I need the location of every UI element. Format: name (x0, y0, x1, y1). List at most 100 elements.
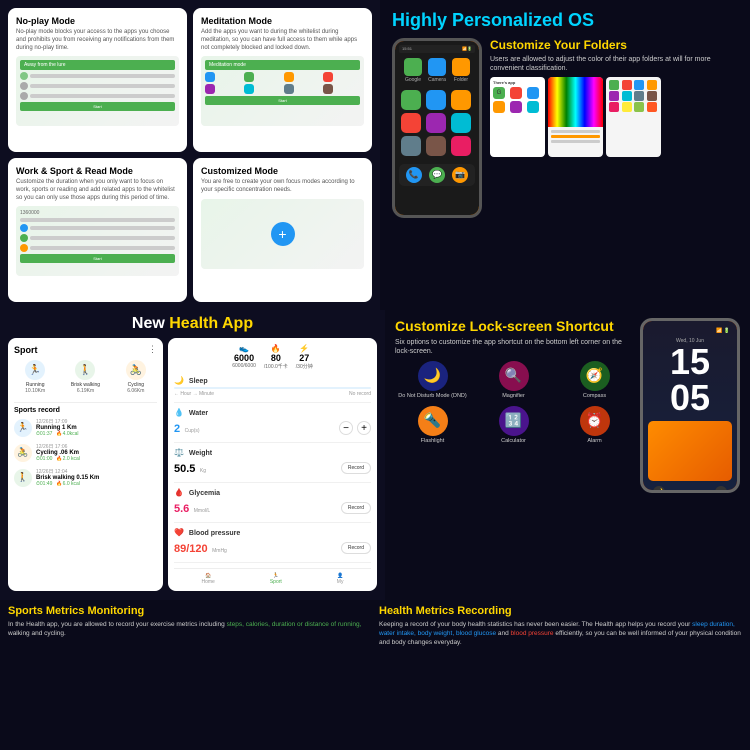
flashlight-icon: 🔦 (418, 406, 448, 436)
folder-screens-container: There's app G (490, 77, 738, 157)
health-nav-bar: 🏠 Home 🏃 Sport 👤 My (174, 568, 371, 585)
os-title-highlight: sonalized OS (481, 10, 594, 30)
health-metrics-desc: Keeping a record of your body health sta… (379, 620, 742, 647)
sleep-controls: ← Hour → Minute No record (174, 391, 371, 397)
health-title-highlight: Health App (169, 315, 253, 332)
cal-unit: /100.0千卡 (264, 363, 288, 370)
no-play-mode-card: No-play Mode No-play mode blocks your ac… (8, 8, 187, 152)
brisk-icon: 🚶 (75, 360, 95, 380)
magnifier-icon: 🔍 (499, 361, 529, 391)
lock-unlock-btn (715, 486, 727, 493)
lock-status-bar: 📶 🔋 (648, 326, 732, 336)
phone-screen: 15:51📶🔋 Google Camera Fo (395, 41, 479, 215)
water-value: 2 Cup(s) (174, 419, 200, 437)
nav-my[interactable]: 👤 My (337, 573, 344, 585)
customized-mode-card: Customized Mode You are free to create y… (193, 158, 372, 302)
record-brisk-info: 12/26日 12:04 Brisk walking 0.15 Km ⏱01:4… (36, 468, 157, 487)
running-stat: 🏃 Running 10.10Km (14, 360, 56, 394)
steps-icon: 👟 (232, 344, 256, 353)
record-cycling: 🚴 12/26日 17:06 Cycling .06 Km ⏱01:00 🔥2.… (14, 443, 157, 462)
health-section-title: New Health App (8, 315, 377, 333)
steps-value: 6000 (232, 353, 256, 363)
bp-value-container: 89/120 MmHg (174, 539, 227, 557)
nav-home[interactable]: 🏠 Home (202, 573, 215, 585)
record-cycling-date: 12/26日 17:06 (36, 443, 157, 450)
lockscreen-section: Customize Lock-screen Shortcut Six optio… (385, 310, 750, 600)
lockscreen-content: Customize Lock-screen Shortcut Six optio… (395, 318, 740, 493)
bp-record-btn[interactable]: Record (341, 542, 371, 554)
sport-record-title: Sports record (14, 407, 157, 414)
sleep-metric: 🌙 Sleep ← Hour → Minute No record (174, 376, 371, 403)
app-icon (451, 113, 471, 133)
top-section: No-play Mode No-play mode blocks your ac… (0, 0, 750, 310)
health-metrics-title: Health Metrics Recording (379, 605, 742, 617)
sport-header: Sport ⋮ (14, 344, 157, 355)
weight-icon: ⚖️ (174, 448, 184, 457)
record-cycle-cal: 🔥2.0 kcal (56, 456, 79, 462)
customized-title: Customized Mode (201, 166, 364, 176)
record-time: ⏱01:37 (36, 431, 52, 437)
health-screens-container: Sport ⋮ 🏃 Running 10.10Km 🚶 Brisk walkin… (8, 338, 377, 591)
customized-screen: + (201, 199, 364, 269)
steps-stat: 👟 6000 6000/6000 (232, 344, 256, 370)
water-label: 💧 Water (174, 408, 371, 417)
record-cycling-stats: ⏱01:00 🔥2.0 kcal (36, 456, 157, 462)
glycemia-label: 🩸 Glycemia (174, 488, 371, 497)
app-icon (426, 90, 446, 110)
water-controls[interactable]: − + (339, 421, 371, 435)
bp-icon: ❤️ (174, 528, 184, 537)
lock-screen-display: 📶 🔋 Wed, 10 Jun 15 05 🌙 (643, 321, 737, 490)
water-minus-btn[interactable]: − (339, 421, 353, 435)
health-top-stats: 👟 6000 6000/6000 🔥 80 /100.0千卡 ⚡ 27 /30分… (174, 344, 371, 370)
cycling-stat: 🚴 Cycling 6.06Km (115, 360, 157, 394)
record-cal: 🔥4.0kcal (56, 431, 78, 437)
record-running-stats: ⏱01:37 🔥4.0kcal (36, 431, 157, 437)
sport-icons-row: 🏃 Running 10.10Km 🚶 Brisk walking 6.19Km… (14, 360, 157, 394)
calculator-icon: 🔢 (499, 406, 529, 436)
shortcut-dnd: 🌙 Do Not Disturb Mode (DND) (395, 361, 470, 400)
glycemia-icon: 🩸 (174, 488, 184, 497)
water-value-row: 2 Cup(s) − + (174, 419, 371, 437)
water-metric: 💧 Water 2 Cup(s) − + (174, 408, 371, 443)
steps-total: 6000/6000 (232, 363, 256, 369)
shortcut-magnifier: 🔍 Magnifier (476, 361, 551, 400)
sports-metrics-title: Sports Metrics Monitoring (8, 605, 371, 617)
record-brisk-time: ⏱01:49 (36, 481, 52, 487)
cycling-icon: 🚴 (126, 360, 146, 380)
middle-section: New Health App Sport ⋮ 🏃 Running 10.10Km… (0, 310, 750, 600)
focus-modes-grid: No-play Mode No-play mode blocks your ac… (0, 0, 380, 310)
cal-icon: 🔥 (264, 344, 288, 353)
cal-value: 80 (264, 353, 288, 363)
record-running-info: 12/26日 17:09 Running 1 Km ⏱01:37 🔥4.0kca… (36, 418, 157, 437)
dnd-label: Do Not Disturb Mode (DND) (395, 393, 470, 400)
lock-bottom-bar: 🌙 (648, 486, 732, 493)
sleep-label: 🌙 Sleep (174, 376, 371, 385)
phone-lock-mockup: 📶 🔋 Wed, 10 Jun 15 05 🌙 (640, 318, 740, 493)
app-icon (401, 90, 421, 110)
cycling-value: 6.06Km (115, 388, 157, 394)
calculator-label: Calculator (476, 438, 551, 445)
shortcut-icons-grid: 🌙 Do Not Disturb Mode (DND) 🔍 Magnifier … (395, 361, 632, 444)
running-icon: 🏃 (25, 360, 45, 380)
nav-sport[interactable]: 🏃 Sport (270, 573, 282, 585)
meditation-mode-card: Meditation Mode Add the apps you want to… (193, 8, 372, 152)
bottom-section: Sports Metrics Monitoring In the Health … (0, 600, 750, 750)
weight-record-btn[interactable]: Record (341, 462, 371, 474)
folders-section: Customize Your Folders Users are allowed… (490, 38, 738, 218)
activity-icon: ⚡ (296, 344, 313, 353)
compass-icon: 🧭 (580, 361, 610, 391)
record-running: 🏃 12/26日 17:09 Running 1 Km ⏱01:37 🔥4.0k… (14, 418, 157, 437)
alarm-icon: ⏰ (580, 406, 610, 436)
glycemia-record-btn[interactable]: Record (341, 502, 371, 514)
shortcut-alarm: ⏰ Alarm (557, 406, 632, 445)
personalized-os-section: Highly Personalized OS 15:51📶🔋 Google (380, 0, 750, 310)
app-icon (401, 136, 421, 156)
water-plus-btn[interactable]: + (357, 421, 371, 435)
record-cycle-time: ⏱01:00 (36, 456, 52, 462)
lockscreen-title: Customize Lock-screen Shortcut (395, 318, 632, 335)
lockscreen-text-area: Customize Lock-screen Shortcut Six optio… (395, 318, 632, 493)
app-icons-grid (399, 88, 475, 158)
no-play-screen: Away from the lure Start (16, 56, 179, 126)
phone-status-bar: 15:51📶🔋 (399, 45, 475, 53)
folder-screen-1: There's app G (490, 77, 545, 157)
